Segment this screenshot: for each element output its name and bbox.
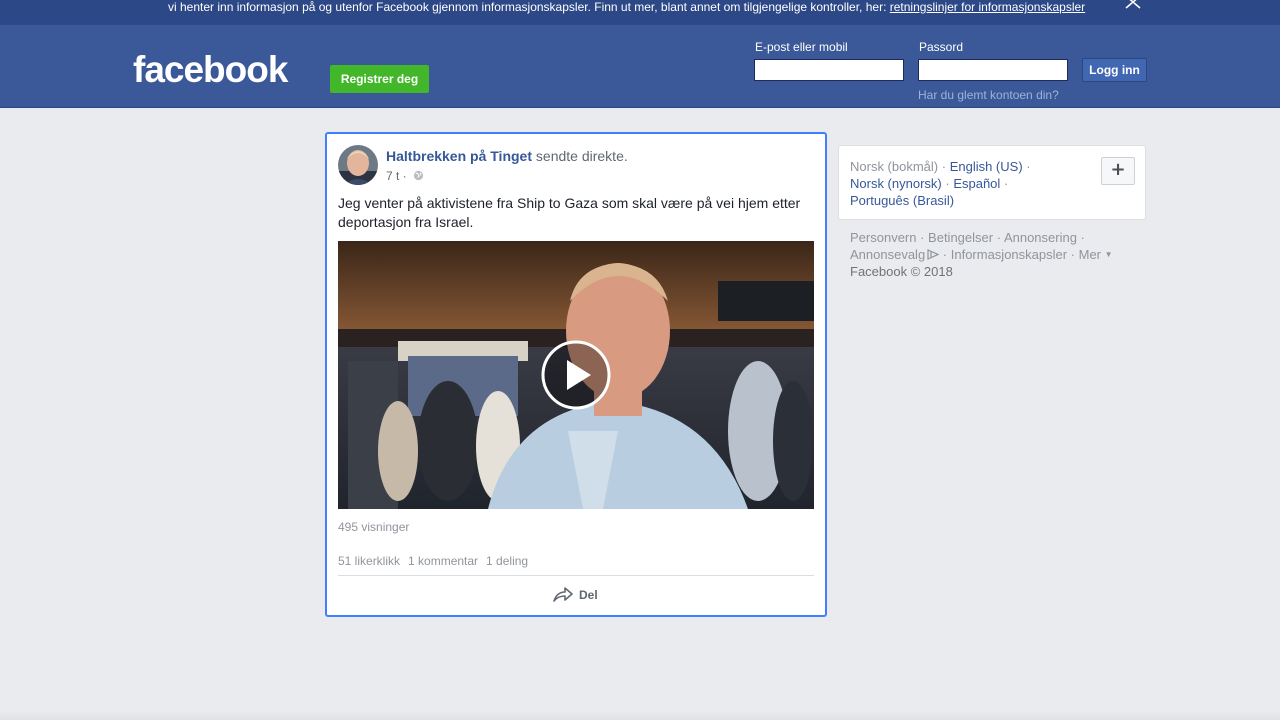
forgot-account-link[interactable]: Har du glemt kontoen din? bbox=[918, 88, 1059, 102]
email-field[interactable] bbox=[754, 59, 904, 81]
close-icon[interactable] bbox=[1124, 0, 1142, 10]
cookie-policy-link[interactable]: retningslinjer for informasjonskapsler bbox=[890, 0, 1085, 14]
author-name[interactable]: Haltbrekken på Tinget bbox=[386, 148, 532, 164]
current-language: Norsk (bokmål) bbox=[850, 159, 939, 174]
footer-link-ad-choices[interactable]: Annonsevalg bbox=[850, 247, 940, 262]
author-line: Haltbrekken på Tinget sendte direkte. bbox=[386, 148, 628, 164]
meta-separator: · bbox=[399, 169, 411, 183]
top-header: facebook Registrer deg E-post eller mobi… bbox=[0, 25, 1280, 108]
language-link-portugues[interactable]: Português (Brasil) bbox=[850, 193, 954, 208]
comments-count[interactable]: 1 kommentar bbox=[408, 554, 478, 568]
share-label: Del bbox=[579, 588, 598, 602]
separator: · bbox=[1067, 247, 1079, 262]
login-button[interactable]: Logg inn bbox=[1082, 58, 1147, 82]
separator: · bbox=[1076, 230, 1085, 245]
language-link-nynorsk[interactable]: Norsk (nynorsk) bbox=[850, 176, 942, 191]
password-label: Passord bbox=[919, 40, 964, 54]
footer-link-advertising[interactable]: Annonsering bbox=[1004, 230, 1077, 245]
share-button[interactable]: Del bbox=[553, 585, 598, 607]
cookie-banner: vi henter inn informasjon på og utenfor … bbox=[0, 0, 1280, 25]
more-label: Mer bbox=[1078, 247, 1102, 262]
ad-choices-icon bbox=[927, 249, 940, 260]
email-label: E-post eller mobil bbox=[755, 40, 848, 54]
footer-link-cookies[interactable]: Informasjonskapsler bbox=[951, 247, 1067, 262]
post-timestamp[interactable]: 7 t bbox=[386, 169, 399, 183]
language-link-english[interactable]: English (US) bbox=[950, 159, 1023, 174]
cookie-banner-text: vi henter inn informasjon på og utenfor … bbox=[168, 0, 1085, 14]
footer-link-terms[interactable]: Betingelser bbox=[928, 230, 993, 245]
language-selector: Norsk (bokmål) · English (US) · Norsk (n… bbox=[838, 145, 1146, 220]
separator: · bbox=[938, 159, 950, 174]
more-languages-button[interactable]: + bbox=[1101, 157, 1135, 185]
globe-icon bbox=[413, 170, 424, 181]
post-card: Haltbrekken på Tinget sendte direkte. 7 … bbox=[325, 132, 827, 617]
separator: · bbox=[939, 247, 951, 262]
share-icon bbox=[553, 587, 573, 602]
ad-choices-label: Annonsevalg bbox=[850, 247, 926, 262]
footer-link-more[interactable]: Mer ▼ bbox=[1079, 247, 1113, 262]
separator: · bbox=[916, 230, 929, 245]
live-video-player[interactable] bbox=[338, 241, 814, 509]
author-avatar[interactable] bbox=[338, 145, 378, 185]
register-button[interactable]: Registrer deg bbox=[330, 65, 429, 93]
post-action: sendte direkte. bbox=[532, 148, 628, 164]
footer-links: Personvern · Betingelser · Annonsering ·… bbox=[850, 229, 1140, 280]
separator: · bbox=[941, 176, 954, 191]
shares-count[interactable]: 1 deling bbox=[486, 554, 528, 568]
language-list: Norsk (bokmål) · English (US) · Norsk (n… bbox=[850, 158, 1050, 209]
logo-text: facebook bbox=[133, 49, 289, 90]
caret-down-icon: ▼ bbox=[1104, 250, 1113, 259]
separator: · bbox=[1000, 176, 1009, 191]
likes-count[interactable]: 51 likerklikk bbox=[338, 554, 400, 568]
cookie-banner-message: vi henter inn informasjon på og utenfor … bbox=[168, 0, 890, 14]
engagement-counts: 51 likerklikk 1 kommentar 1 deling bbox=[338, 554, 536, 568]
action-divider bbox=[338, 575, 814, 576]
play-icon[interactable] bbox=[541, 340, 611, 410]
facebook-logo[interactable]: facebook bbox=[133, 49, 303, 91]
language-link-espanol[interactable]: Español bbox=[953, 176, 1000, 191]
footer-link-privacy[interactable]: Personvern bbox=[850, 230, 916, 245]
bottom-shade bbox=[0, 712, 1280, 720]
separator: · bbox=[1022, 159, 1031, 174]
separator: · bbox=[993, 230, 1004, 245]
password-field[interactable] bbox=[918, 59, 1068, 81]
post-meta: 7 t · bbox=[386, 169, 424, 183]
post-text: Jeg venter på aktivistene fra Ship to Ga… bbox=[338, 195, 801, 230]
copyright: Facebook © 2018 bbox=[850, 264, 953, 279]
view-count: 495 visninger bbox=[338, 520, 410, 534]
